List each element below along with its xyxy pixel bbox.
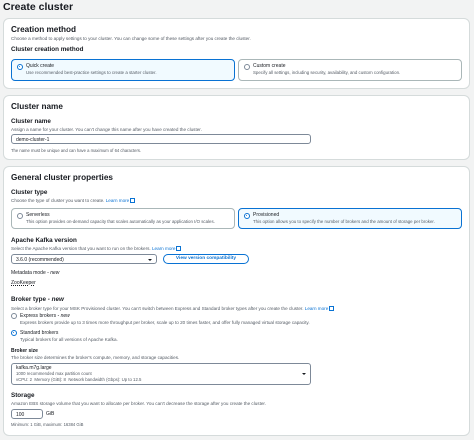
custom-create-radio[interactable]	[244, 64, 250, 70]
cluster-name-label: Cluster name	[11, 118, 51, 125]
cluster-name-value: demo-cluster-1	[16, 136, 50, 143]
custom-create-description: Specify all settings, including security…	[253, 70, 401, 75]
cluster-name-panel: Cluster name Cluster name Assign a name …	[3, 95, 470, 160]
broker-size-specs: vCPU: 2 Memory (GiB): 8 Network bandwidt…	[16, 376, 142, 382]
general-properties-panel: General cluster properties Cluster type …	[3, 166, 470, 436]
broker-size-label: Broker size	[11, 348, 38, 354]
kafka-version-value: 3.6.0 (recommended)	[16, 256, 64, 263]
cluster-type-learn-more-link[interactable]: Learn more	[106, 197, 135, 203]
cluster-name-constraint: The name must be unique and can have a m…	[11, 148, 142, 153]
broker-type-label: Broker type - new	[11, 296, 64, 303]
serverless-radio[interactable]	[17, 213, 23, 219]
external-link-icon	[176, 245, 181, 251]
kafka-version-description: Select the Apache Kafka version that you…	[11, 245, 181, 252]
express-brokers-radio[interactable]	[11, 313, 17, 319]
page-title: Create cluster	[3, 1, 74, 13]
custom-create-label: Custom create	[253, 63, 286, 69]
storage-input[interactable]: 100	[11, 409, 43, 419]
standard-brokers-radio[interactable]	[11, 330, 17, 336]
standard-brokers-label: Standard brokers	[20, 330, 59, 336]
quick-create-radio[interactable]	[17, 64, 23, 70]
provisioned-radio[interactable]	[244, 213, 250, 219]
creation-method-title: Creation method	[11, 25, 77, 34]
chevron-down-icon	[148, 258, 152, 261]
storage-value: 100	[16, 411, 25, 418]
provisioned-label: Provisioned	[253, 212, 280, 218]
general-properties-title: General cluster properties	[11, 173, 113, 182]
broker-size-select[interactable]: kafka.m7g.large 1000 recommended max par…	[11, 363, 311, 385]
serverless-tile[interactable]: Serverless This option provides on-deman…	[11, 208, 235, 229]
external-link-icon	[329, 305, 334, 311]
external-link-icon	[130, 197, 135, 203]
broker-type-learn-more-link[interactable]: Learn more	[305, 305, 334, 311]
express-brokers-description: Express brokers provide up to 3 times mo…	[20, 320, 310, 325]
provisioned-description: This option allows you to specify the nu…	[253, 219, 435, 224]
cluster-creation-method-label: Cluster creation method	[11, 46, 84, 53]
serverless-label: Serverless	[26, 212, 50, 218]
quick-create-description: Use recommended best-practice settings t…	[26, 70, 157, 75]
cluster-type-label: Cluster type	[11, 189, 48, 196]
storage-constraint: Minimum: 1 GiB, maximum: 16384 GiB	[11, 422, 84, 427]
creation-method-panel: Creation method Choose a method to apply…	[3, 18, 470, 89]
cluster-name-section-title: Cluster name	[11, 102, 63, 111]
creation-method-description: Choose a method to apply settings to you…	[11, 36, 251, 41]
cluster-type-description: Choose the type of cluster you want to c…	[11, 197, 135, 204]
storage-description: Amazon EBS storage volume that you want …	[11, 401, 266, 406]
storage-unit: GiB	[46, 411, 55, 417]
kafka-version-select[interactable]: 3.6.0 (recommended)	[11, 254, 157, 264]
kafka-version-label: Apache Kafka version	[11, 237, 77, 244]
cluster-name-input[interactable]: demo-cluster-1	[11, 134, 311, 144]
chevron-down-icon	[302, 372, 306, 375]
view-version-compatibility-button[interactable]: View version compatibility	[163, 254, 249, 264]
metadata-mode-value: ZooKeeper	[11, 280, 36, 286]
custom-create-tile[interactable]: Custom create Specify all settings, incl…	[238, 59, 462, 81]
standard-brokers-description: Typical brokers for all versions of Apac…	[20, 337, 118, 342]
broker-type-description: Select a broker type for your MSK Provis…	[11, 305, 334, 312]
metadata-mode-label: Metadata mode - new	[11, 270, 60, 276]
quick-create-label: Quick create	[26, 63, 55, 69]
serverless-description: This option provides on-demand capacity …	[26, 219, 215, 224]
provisioned-tile[interactable]: Provisioned This option allows you to sp…	[238, 208, 462, 229]
cluster-name-description: Assign a name for your cluster. You can'…	[11, 127, 202, 132]
kafka-version-learn-more-link[interactable]: Learn more	[152, 245, 181, 251]
express-brokers-label: Express brokers - new	[20, 313, 70, 319]
storage-label: Storage	[11, 392, 35, 399]
quick-create-tile[interactable]: Quick create Use recommended best-practi…	[11, 59, 235, 81]
broker-size-description: The broker size determines the broker's …	[11, 355, 180, 360]
